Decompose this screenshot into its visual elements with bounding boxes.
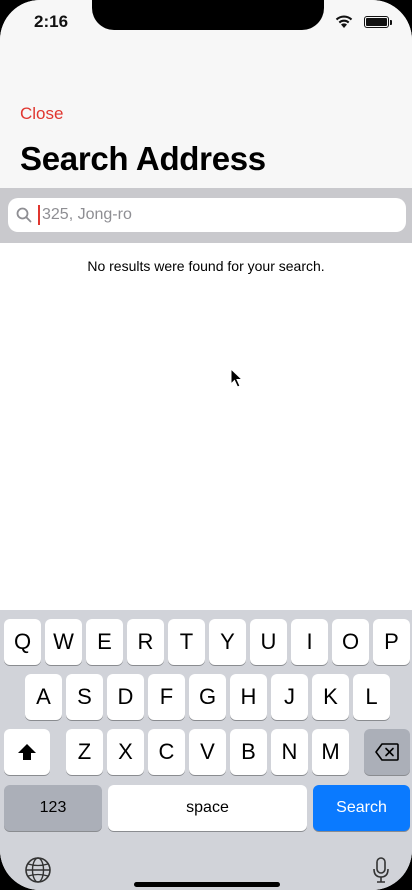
search-field[interactable]	[8, 198, 406, 232]
key-d[interactable]: D	[107, 674, 144, 720]
key-o[interactable]: O	[332, 619, 369, 665]
key-n[interactable]: N	[271, 729, 308, 775]
empty-results-message: No results were found for your search.	[87, 258, 325, 274]
key-j[interactable]: J	[271, 674, 308, 720]
numbers-key[interactable]: 123	[4, 785, 102, 831]
key-h[interactable]: H	[230, 674, 267, 720]
key-k[interactable]: K	[312, 674, 349, 720]
search-bar	[0, 188, 412, 243]
header-area: 2:16 Close Search Address	[0, 0, 412, 188]
key-a[interactable]: A	[25, 674, 62, 720]
search-icon	[16, 207, 32, 223]
globe-icon[interactable]	[24, 856, 52, 884]
key-y[interactable]: Y	[209, 619, 246, 665]
key-b[interactable]: B	[230, 729, 267, 775]
key-z[interactable]: Z	[66, 729, 103, 775]
key-t[interactable]: T	[168, 619, 205, 665]
key-r[interactable]: R	[127, 619, 164, 665]
key-s[interactable]: S	[66, 674, 103, 720]
battery-icon	[364, 16, 392, 28]
search-key[interactable]: Search	[313, 785, 410, 831]
key-p[interactable]: P	[373, 619, 410, 665]
shift-key[interactable]	[4, 729, 50, 775]
key-f[interactable]: F	[148, 674, 185, 720]
mouse-pointer-icon	[230, 368, 244, 388]
key-l[interactable]: L	[353, 674, 390, 720]
close-button[interactable]: Close	[20, 104, 63, 124]
key-c[interactable]: C	[148, 729, 185, 775]
space-key[interactable]: space	[108, 785, 307, 831]
key-w[interactable]: W	[45, 619, 82, 665]
backspace-icon	[375, 743, 399, 761]
shift-icon	[18, 744, 36, 760]
search-input[interactable]	[42, 198, 392, 232]
key-m[interactable]: M	[312, 729, 349, 775]
key-u[interactable]: U	[250, 619, 287, 665]
home-indicator[interactable]	[134, 882, 280, 887]
status-icons	[334, 13, 398, 31]
status-time: 2:16	[34, 12, 69, 31]
key-x[interactable]: X	[107, 729, 144, 775]
device-notch	[92, 0, 324, 30]
backspace-key[interactable]	[364, 729, 410, 775]
microphone-icon[interactable]	[371, 856, 391, 884]
key-i[interactable]: I	[291, 619, 328, 665]
text-cursor	[38, 205, 40, 225]
key-q[interactable]: Q	[4, 619, 41, 665]
key-e[interactable]: E	[86, 619, 123, 665]
keyboard: Q W E R T Y U I O P A S D F G H J K L Z …	[0, 610, 412, 890]
key-v[interactable]: V	[189, 729, 226, 775]
phone-screen: 2:16 Close Search Address No results wer…	[0, 0, 412, 890]
key-g[interactable]: G	[189, 674, 226, 720]
wifi-icon	[335, 15, 353, 28]
page-title: Search Address	[20, 140, 266, 177]
